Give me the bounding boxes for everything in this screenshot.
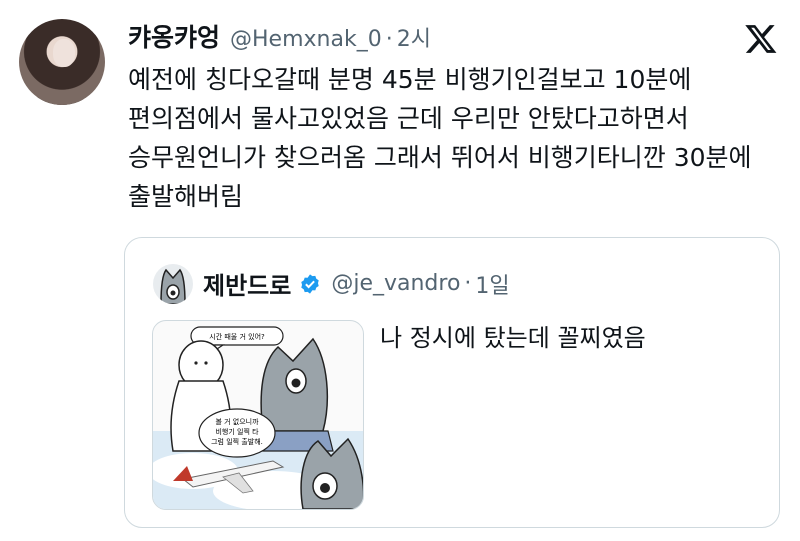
comic-bubble-line1: 볼 거 없으니까	[215, 417, 259, 426]
quoted-handle[interactable]: @je_vandro	[331, 271, 460, 296]
comic-bubble-line3: 그럼 일찍 출발해.	[211, 437, 263, 446]
timestamp[interactable]: 2시	[397, 21, 431, 53]
comic-image[interactable]: 시간 때울 거 있어? 볼 거 없으니까 비행기 일찍 타 그럼 일찍 출발해.	[152, 320, 364, 510]
comic-illustration: 시간 때울 거 있어? 볼 거 없으니까 비행기 일찍 타 그럼 일찍 출발해.	[153, 326, 363, 509]
x-logo-icon[interactable]	[744, 22, 778, 56]
quoted-timestamp[interactable]: 1일	[475, 268, 509, 300]
gray-creature-avatar-icon	[160, 268, 186, 304]
tweet-header: 캬옹캬엉 @Hemxnak_0 · 2시	[128, 18, 431, 54]
quoted-header: 제반드로 @je_vandro · 1일	[203, 266, 510, 301]
comic-bubble-line2: 비행기 일찍 타	[215, 427, 259, 436]
user-avatar[interactable]	[19, 19, 105, 105]
tweet-text: 예전에 칭다오갈때 분명 45분 비행기인걸보고 10분에 편의점에서 물사고있…	[128, 65, 752, 211]
separator-dot: ·	[385, 27, 393, 52]
avatar-face	[53, 39, 75, 67]
comic-bubble-top: 시간 때울 거 있어?	[209, 332, 265, 341]
verified-badge-icon	[301, 273, 320, 294]
quoted-display-name[interactable]: 제반드로	[203, 266, 291, 301]
user-handle[interactable]: @Hemxnak_0	[230, 27, 382, 52]
quoted-tweet-text: 나 정시에 탔는데 꼴찌였음	[380, 324, 646, 352]
quoted-avatar[interactable]	[153, 264, 193, 304]
quoted-separator-dot: ·	[464, 271, 472, 296]
display-name[interactable]: 캬옹캬엉	[128, 18, 220, 54]
quoted-tweet[interactable]: 제반드로 @je_vandro · 1일 시간 때울 거 있어? 볼 거 없으니…	[124, 237, 780, 528]
